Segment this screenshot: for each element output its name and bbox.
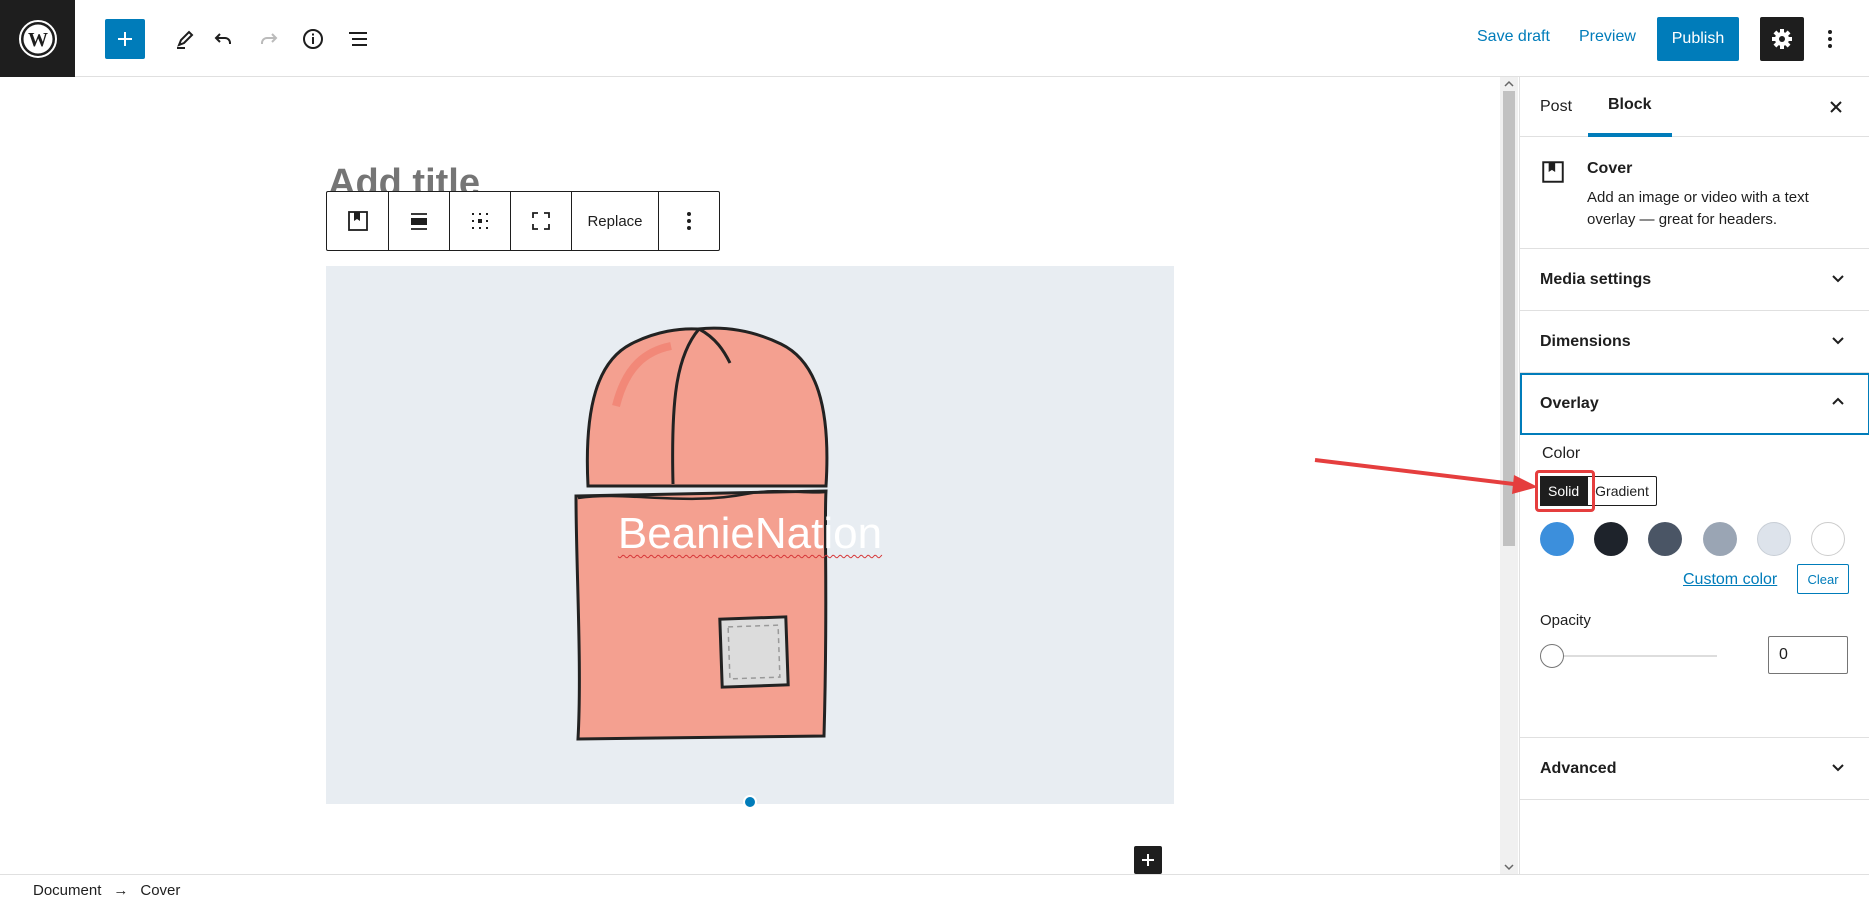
clear-color-button[interactable]: Clear	[1797, 564, 1849, 594]
scroll-up-icon[interactable]	[1504, 80, 1514, 88]
fullscreen-icon	[532, 212, 550, 230]
opacity-input[interactable]: 0	[1768, 636, 1848, 674]
plus-icon	[118, 32, 132, 46]
cover-block[interactable]: BeanieNation	[326, 266, 1174, 804]
gear-icon	[1772, 29, 1792, 49]
opacity-slider-thumb[interactable]	[1540, 644, 1564, 668]
gradient-tab[interactable]: Gradient	[1587, 476, 1657, 506]
cover-block-icon	[1542, 161, 1564, 183]
block-type-button[interactable]	[327, 192, 389, 250]
add-block-button[interactable]	[105, 19, 145, 59]
breadcrumb-cover[interactable]: Cover	[140, 882, 180, 899]
overlay-panel-body: Color Solid Gradient Custom color Clear …	[1520, 436, 1869, 738]
color-swatch-dark-gray[interactable]	[1648, 522, 1682, 556]
undo-icon	[214, 33, 231, 44]
block-options-button[interactable]	[659, 192, 719, 250]
details-button[interactable]	[293, 19, 333, 59]
close-icon	[1830, 101, 1842, 113]
options-menu-button[interactable]	[1818, 19, 1842, 59]
chevron-down-icon	[1832, 764, 1844, 772]
resize-handle[interactable]	[743, 795, 757, 809]
tools-button[interactable]	[165, 19, 205, 59]
color-type-toggle: Solid Gradient	[1540, 476, 1657, 506]
opacity-slider-track[interactable]	[1550, 655, 1717, 657]
plus-icon	[1142, 854, 1154, 866]
cover-heading-text: BeanieNation	[617, 509, 883, 558]
replace-button[interactable]: Replace	[572, 192, 659, 250]
scroll-down-icon[interactable]	[1504, 863, 1514, 871]
block-card: Cover Add an image or video with a text …	[1520, 137, 1869, 249]
content-position-button[interactable]	[450, 192, 511, 250]
panel-title: Dimensions	[1540, 332, 1631, 350]
list-view-button[interactable]	[338, 19, 378, 59]
color-swatch-white[interactable]	[1811, 522, 1845, 556]
block-card-title: Cover	[1587, 160, 1633, 177]
chevron-down-icon	[1832, 337, 1844, 345]
chevron-up-icon	[1832, 397, 1844, 405]
scrollbar-thumb[interactable]	[1503, 91, 1515, 546]
undo-button[interactable]	[203, 19, 243, 59]
publish-button[interactable]: Publish	[1657, 17, 1739, 61]
color-swatch-blue[interactable]	[1540, 522, 1574, 556]
panel-media-settings[interactable]: Media settings	[1520, 249, 1869, 311]
tab-post[interactable]: Post	[1520, 77, 1592, 137]
breadcrumb-document[interactable]: Document	[33, 882, 101, 899]
more-vertical-icon	[1828, 30, 1832, 48]
panel-title: Media settings	[1540, 270, 1652, 288]
panel-overlay[interactable]: Overlay	[1520, 373, 1869, 435]
breadcrumb-separator: →	[113, 881, 129, 899]
cover-block-icon	[347, 211, 368, 231]
redo-icon	[261, 33, 278, 44]
pencil-icon	[177, 30, 194, 49]
settings-button[interactable]	[1760, 17, 1804, 61]
wordpress-icon: W	[18, 19, 57, 58]
redo-button[interactable]	[249, 19, 289, 59]
panel-title: Advanced	[1540, 759, 1617, 777]
panel-advanced[interactable]: Advanced	[1520, 738, 1869, 800]
wordpress-logo[interactable]: W	[0, 0, 75, 77]
panel-dimensions[interactable]: Dimensions	[1520, 311, 1869, 373]
svg-text:W: W	[28, 29, 48, 51]
block-breadcrumb: Document → Cover	[0, 874, 1869, 905]
align-icon	[411, 213, 427, 230]
block-toolbar: Replace	[326, 191, 720, 251]
settings-sidebar: Post Block Cover Add an image or video w…	[1519, 77, 1869, 874]
editor-canvas: Add title Replace BeanieNation	[0, 77, 1500, 874]
color-swatch-black[interactable]	[1594, 522, 1628, 556]
position-icon	[472, 213, 488, 229]
custom-color-link[interactable]: Custom color	[1683, 571, 1777, 589]
wordpress-editor: W Save draft Preview Publish Add title R…	[0, 0, 1869, 905]
save-draft-button[interactable]: Save draft	[1477, 28, 1550, 46]
more-vertical-icon	[687, 212, 691, 230]
color-label: Color	[1542, 445, 1581, 462]
opacity-label: Opacity	[1540, 612, 1591, 629]
cover-heading[interactable]: BeanieNation	[326, 509, 1174, 559]
color-swatch-gray[interactable]	[1703, 522, 1737, 556]
preview-button[interactable]: Preview	[1579, 28, 1636, 46]
block-inserter-button[interactable]	[1134, 846, 1162, 874]
full-height-button[interactable]	[511, 192, 572, 250]
block-card-description: Add an image or video with a text overla…	[1587, 189, 1809, 228]
list-view-icon	[349, 32, 367, 46]
editor-header: W Save draft Preview Publish	[0, 0, 1869, 77]
sidebar-tabs: Post Block	[1520, 77, 1869, 137]
panel-title: Overlay	[1540, 395, 1599, 412]
align-button[interactable]	[389, 192, 450, 250]
editor-scrollbar[interactable]	[1500, 77, 1518, 874]
info-icon	[303, 29, 323, 49]
solid-tab[interactable]: Solid	[1540, 476, 1588, 506]
color-swatch-light-gray[interactable]	[1757, 522, 1791, 556]
chevron-down-icon	[1832, 275, 1844, 283]
tab-block[interactable]: Block	[1588, 77, 1672, 137]
close-sidebar-button[interactable]	[1824, 95, 1848, 119]
